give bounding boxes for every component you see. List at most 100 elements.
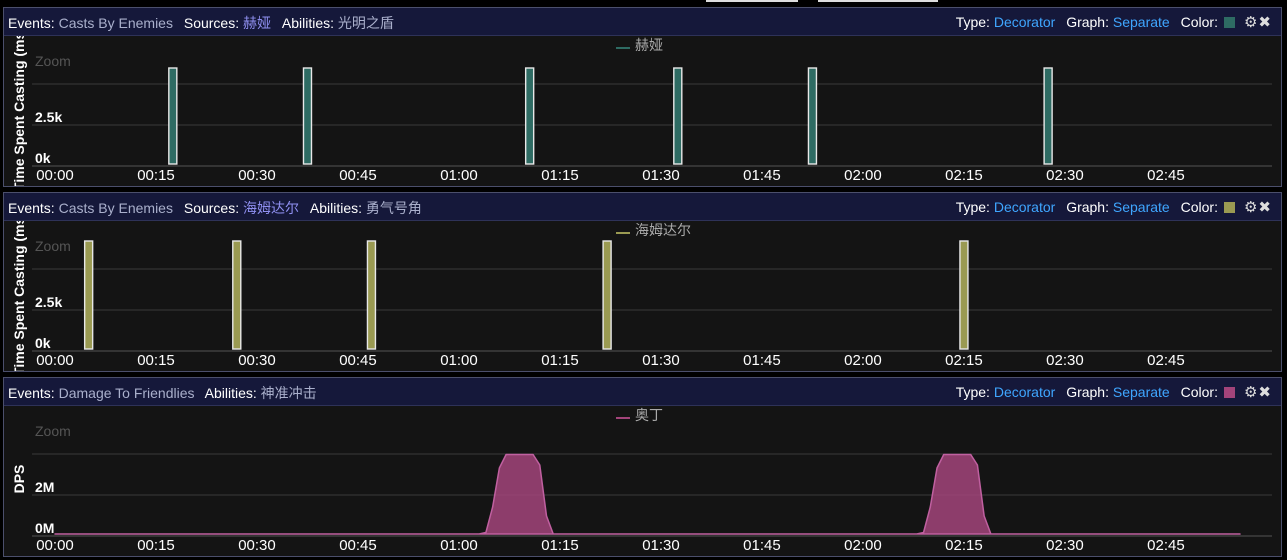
gear-icon[interactable]: ⚙ <box>1244 199 1257 216</box>
x-tick-label: 02:45 <box>1147 167 1185 184</box>
x-tick-label: 00:00 <box>36 167 74 184</box>
graph-value[interactable]: Separate <box>1113 199 1170 215</box>
sources-value[interactable]: 海姆达尔 <box>243 200 299 216</box>
events-label: Events: <box>8 200 55 216</box>
bar <box>83 240 94 350</box>
x-tick-label: 01:45 <box>743 352 781 369</box>
legend-label: 奥丁 <box>635 407 663 423</box>
close-icon[interactable]: ✖ <box>1258 199 1271 216</box>
sources-label: Sources: <box>183 15 240 31</box>
legend-label: 海姆达尔 <box>635 222 691 238</box>
top-divider <box>706 0 798 2</box>
graph-label: Graph: <box>1066 14 1109 30</box>
abilities-label: Abilities: <box>281 15 335 31</box>
abilities-value[interactable]: 勇气号角 <box>366 200 422 216</box>
casts-chart: Zoom 0k 2.5k Time Spent Casting (ms) 00:00 00… <box>11 36 1272 186</box>
color-label: Color: <box>1180 14 1218 30</box>
abilities-label: Abilities: <box>309 200 363 216</box>
x-tick-label: 00:00 <box>36 537 74 554</box>
y-tick-label: 0k <box>35 335 51 351</box>
x-tick-label: 01:00 <box>440 352 478 369</box>
graph-value[interactable]: Separate <box>1113 14 1170 30</box>
top-divider <box>818 0 938 2</box>
gear-icon[interactable]: ⚙ <box>1244 384 1257 401</box>
color-label: Color: <box>1180 384 1218 400</box>
x-tick-label: 00:30 <box>238 167 276 184</box>
graph-options: Type: Decorator Graph: Separate Color: ⚙✖ <box>956 383 1271 401</box>
x-tick-label: 00:15 <box>137 537 175 554</box>
events-value[interactable]: Damage To Friendlies <box>59 385 195 401</box>
events-label: Events: <box>8 15 55 31</box>
type-value[interactable]: Decorator <box>994 14 1055 30</box>
bar <box>959 240 969 350</box>
y-tick-label: 2.5k <box>35 294 62 310</box>
bar <box>524 67 535 165</box>
x-tick-label: 01:45 <box>743 167 781 184</box>
zoom-label: Zoom <box>35 238 71 254</box>
x-tick-label: 00:30 <box>238 537 276 554</box>
x-tick-label: 02:00 <box>844 352 882 369</box>
gear-icon[interactable]: ⚙ <box>1244 14 1257 31</box>
x-tick-label: 01:15 <box>541 352 579 369</box>
x-tick-label: 00:30 <box>238 352 276 369</box>
color-swatch[interactable] <box>1223 17 1235 28</box>
x-tick-label: 00:45 <box>339 167 377 184</box>
sources-label: Sources: <box>183 200 240 216</box>
x-tick-label: 00:45 <box>339 537 377 554</box>
graph-options: Type: Decorator Graph: Separate Color: ⚙✖ <box>956 198 1271 216</box>
type-value[interactable]: Decorator <box>994 199 1055 215</box>
graph-panel-1: Events: Casts By Enemies Sources: 赫娅 Abi… <box>3 7 1282 187</box>
x-tick-label: 02:15 <box>945 352 983 369</box>
close-icon[interactable]: ✖ <box>1258 14 1271 31</box>
abilities-label: Abilities: <box>204 385 257 401</box>
zoom-label: Zoom <box>35 423 71 439</box>
abilities-value[interactable]: 神准冲击 <box>261 385 317 401</box>
type-label: Type: <box>955 14 990 30</box>
events-label: Events: <box>8 385 55 401</box>
x-tick-label: 00:45 <box>339 352 377 369</box>
y-tick-label: 2M <box>35 479 54 495</box>
y-axis-title: Time Spent Casting (ms) <box>11 221 27 371</box>
close-icon[interactable]: ✖ <box>1258 384 1271 401</box>
x-tick-label: 02:00 <box>844 167 882 184</box>
x-tick-label: 02:15 <box>945 167 983 184</box>
bar <box>1043 67 1053 165</box>
filter-summary: Events: Casts By Enemies Sources: 海姆达尔 A… <box>8 198 429 218</box>
bar <box>807 67 818 165</box>
x-tick-label: 01:00 <box>440 537 478 554</box>
bar <box>302 67 313 165</box>
type-label: Type: <box>955 199 990 215</box>
graph-options: Type: Decorator Graph: Separate Color: ⚙✖ <box>956 13 1271 31</box>
events-value[interactable]: Casts By Enemies <box>59 200 173 216</box>
x-tick-label: 01:45 <box>743 537 781 554</box>
abilities-value[interactable]: 光明之盾 <box>338 15 394 31</box>
y-axis-title: DPS <box>11 465 27 494</box>
graph-value[interactable]: Separate <box>1113 384 1170 400</box>
casts-chart: Zoom 0k 2.5k Time Spent Casting (ms) 00:00 00… <box>11 221 1272 371</box>
graph-panel-3: Events: Damage To Friendlies Abilities: … <box>3 377 1282 557</box>
x-tick-label: 02:45 <box>1147 537 1185 554</box>
color-swatch[interactable] <box>1223 387 1235 398</box>
bar <box>673 67 683 165</box>
panel-header: Events: Casts By Enemies Sources: 海姆达尔 A… <box>4 193 1281 221</box>
color-swatch[interactable] <box>1223 202 1235 213</box>
area-series <box>54 453 1241 535</box>
bar <box>232 240 242 350</box>
type-value[interactable]: Decorator <box>994 384 1055 400</box>
sources-value[interactable]: 赫娅 <box>243 15 271 31</box>
events-value[interactable]: Casts By Enemies <box>59 15 173 31</box>
y-tick-label: 2.5k <box>35 109 62 125</box>
x-tick-label: 02:30 <box>1046 167 1084 184</box>
filter-summary: Events: Damage To Friendlies Abilities: … <box>8 383 324 403</box>
x-tick-label: 02:30 <box>1046 537 1084 554</box>
graph-label: Graph: <box>1066 199 1109 215</box>
x-tick-label: 01:30 <box>642 167 680 184</box>
y-axis-title: Time Spent Casting (ms) <box>11 36 27 186</box>
y-tick-label: 0M <box>35 520 54 536</box>
graph-panel-2: Events: Casts By Enemies Sources: 海姆达尔 A… <box>3 192 1282 372</box>
x-tick-label: 01:00 <box>440 167 478 184</box>
panel-header: Events: Casts By Enemies Sources: 赫娅 Abi… <box>4 8 1281 36</box>
type-label: Type: <box>955 384 990 400</box>
y-tick-label: 0k <box>35 150 51 166</box>
graph-label: Graph: <box>1066 384 1109 400</box>
